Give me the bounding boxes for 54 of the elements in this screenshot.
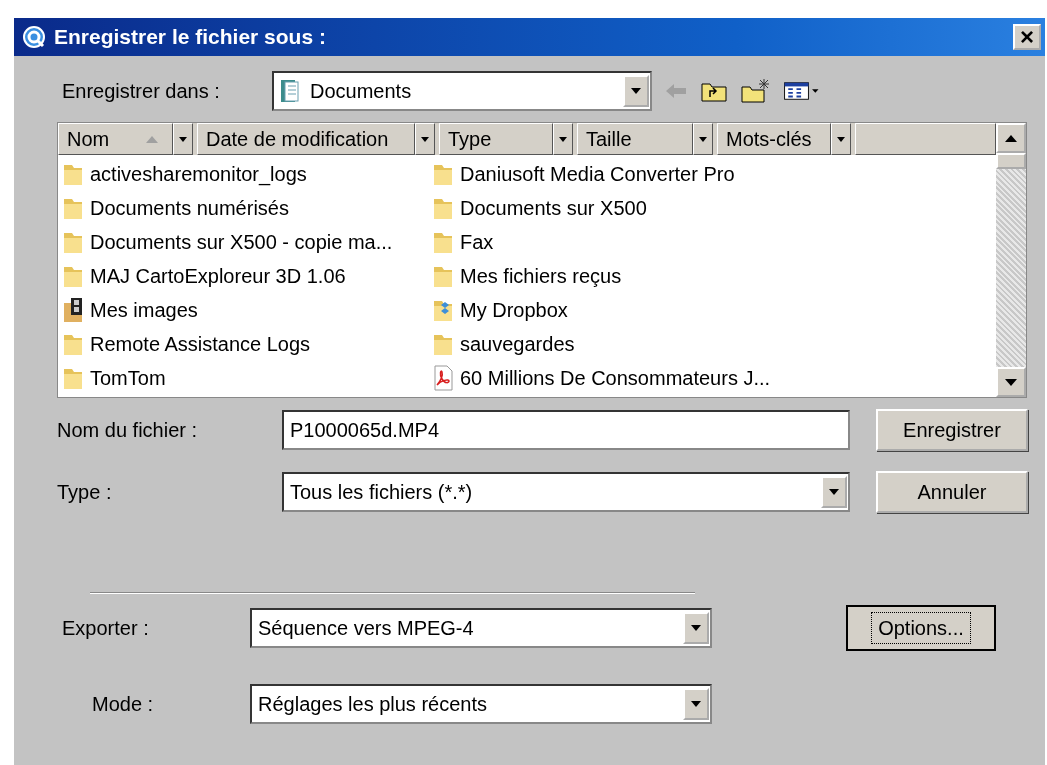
scroll-down-icon[interactable] — [1005, 378, 1017, 386]
file-item[interactable]: Documents sur X500 - copie ma... — [62, 225, 432, 259]
export-label: Exporter : — [61, 616, 150, 640]
file-item[interactable]: Fax — [432, 225, 802, 259]
file-item[interactable]: Documents numérisés — [62, 191, 432, 225]
column-header[interactable]: Taille — [577, 123, 693, 155]
save-in-label: Enregistrer dans : — [61, 79, 221, 103]
export-dropdown[interactable]: Séquence vers MPEG-4 — [250, 608, 712, 648]
column-header[interactable]: Date de modification — [197, 123, 415, 155]
cancel-button[interactable]: Annuler — [876, 471, 1028, 513]
q-logo-icon — [22, 25, 46, 49]
file-name-field[interactable]: P1000065d.MP4 — [282, 410, 850, 450]
pictures-folder-icon — [62, 297, 84, 323]
mode-label: Mode : — [91, 692, 155, 716]
file-item[interactable]: Mes fichiers reçus — [432, 259, 802, 293]
file-item[interactable]: sauvegardes — [432, 327, 802, 361]
column-menu-button[interactable] — [173, 123, 193, 155]
column-menu-button[interactable] — [831, 123, 851, 155]
column-menu-button[interactable] — [693, 123, 713, 155]
file-item[interactable]: activesharemonitor_logs — [62, 157, 432, 191]
column-menu-button[interactable] — [415, 123, 435, 155]
scrollbar[interactable] — [996, 123, 1026, 397]
caret-icon — [559, 136, 567, 142]
file-item[interactable]: TomTom — [62, 361, 432, 395]
caret-icon — [837, 136, 845, 142]
save-in-dropdown[interactable]: Documents — [272, 71, 652, 111]
scroll-up-icon[interactable] — [1005, 134, 1017, 142]
caret-icon — [699, 136, 707, 142]
column-header[interactable]: Type — [439, 123, 553, 155]
pdf-file-icon — [432, 365, 454, 391]
column-header[interactable]: Mots-clés — [717, 123, 831, 155]
mode-dropdown[interactable]: Réglages les plus récents — [250, 684, 712, 724]
documents-icon — [280, 78, 300, 104]
file-item[interactable]: Mes images — [62, 293, 432, 327]
options-button[interactable]: Options... — [846, 605, 996, 651]
new-folder-icon[interactable] — [740, 78, 770, 104]
file-item[interactable]: Documents sur X500 — [432, 191, 802, 225]
close-button[interactable]: × — [1013, 24, 1041, 50]
scroll-thumb[interactable] — [996, 153, 1026, 169]
file-item[interactable]: My Dropbox — [432, 293, 802, 327]
file-item[interactable]: 60 Millions De Consommateurs J... — [432, 361, 802, 395]
file-item[interactable]: Daniusoft Media Converter Pro — [432, 157, 802, 191]
caret-icon — [179, 136, 187, 142]
type-dropdown[interactable]: Tous les fichiers (*.*) — [282, 472, 850, 512]
sort-up-icon — [146, 135, 158, 143]
file-item[interactable]: Remote Assistance Logs — [62, 327, 432, 361]
file-name-label: Nom du fichier : — [56, 418, 199, 442]
save-button[interactable]: Enregistrer — [876, 409, 1028, 451]
column-header[interactable]: Nom — [58, 123, 173, 155]
column-menu-button[interactable] — [553, 123, 573, 155]
caret-icon — [421, 136, 429, 142]
type-label: Type : — [56, 480, 113, 504]
window-title: Enregistrer le fichier sous : — [54, 25, 327, 49]
file-item[interactable]: MAJ CartoExploreur 3D 1.06 — [62, 259, 432, 293]
